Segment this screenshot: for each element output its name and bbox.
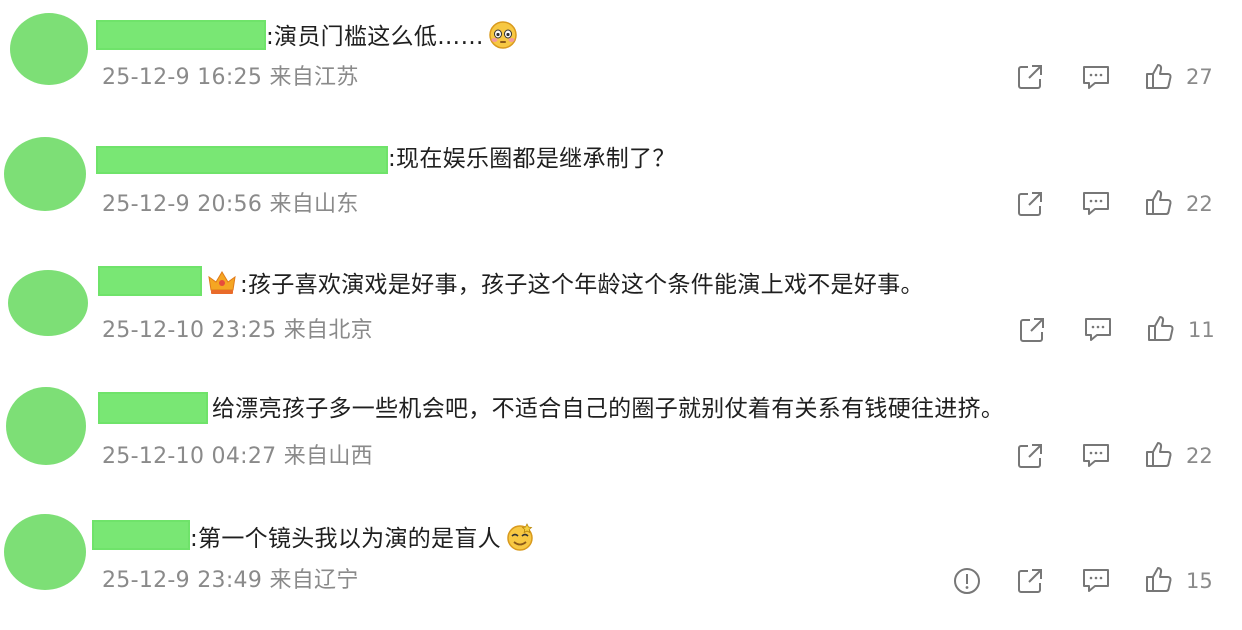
crown-badge-icon bbox=[208, 270, 236, 304]
share-icon[interactable] bbox=[1015, 189, 1045, 219]
comment-meta: 25-12-9 23:49 来自辽宁 bbox=[102, 568, 359, 593]
comment-item: :第一个镜头我以为演的是盲人 25-12-9 23:49 来自辽宁 15 bbox=[0, 504, 1242, 630]
share-icon[interactable] bbox=[1015, 441, 1045, 471]
comment-text: :第一个镜头我以为演的是盲人 bbox=[190, 522, 535, 560]
like-count: 27 bbox=[1186, 65, 1213, 89]
comment-meta: 25-12-10 04:27 来自山西 bbox=[102, 444, 373, 469]
like-icon[interactable] bbox=[1144, 187, 1174, 217]
like-icon[interactable] bbox=[1146, 313, 1176, 343]
comment-meta: 25-12-9 16:25 来自江苏 bbox=[102, 65, 359, 90]
like-count: 11 bbox=[1188, 318, 1215, 342]
share-icon[interactable] bbox=[1015, 566, 1045, 596]
avatar[interactable] bbox=[8, 270, 88, 336]
flushed-face-emoji bbox=[488, 20, 518, 58]
report-icon[interactable] bbox=[952, 566, 982, 596]
comment-text-body: 给漂亮孩子多一些机会吧，不适合自己的圈子就别仗着有关系有钱硬往进挤。 bbox=[212, 396, 1005, 422]
comment-text-body: :第一个镜头我以为演的是盲人 bbox=[190, 526, 501, 552]
username-redacted[interactable] bbox=[96, 146, 388, 174]
share-icon[interactable] bbox=[1015, 62, 1045, 92]
avatar[interactable] bbox=[10, 13, 88, 85]
comment-text: :演员门槛这么低…… bbox=[266, 20, 518, 58]
comment-text-body: :演员门槛这么低…… bbox=[266, 24, 484, 50]
comment-icon[interactable] bbox=[1081, 440, 1111, 470]
like-count: 22 bbox=[1186, 192, 1213, 216]
comment-icon[interactable] bbox=[1081, 62, 1111, 92]
dizzy-face-emoji bbox=[505, 522, 535, 560]
comment-text: :现在娱乐圈都是继承制了？ bbox=[388, 144, 676, 174]
avatar[interactable] bbox=[6, 387, 86, 465]
comment-text: 给漂亮孩子多一些机会吧，不适合自己的圈子就别仗着有关系有钱硬往进挤。 bbox=[212, 394, 1004, 424]
comment-icon[interactable] bbox=[1081, 565, 1111, 595]
comment-text-body: :孩子喜欢演戏是好事，孩子这个年龄这个条件能演上戏不是好事。 bbox=[240, 272, 924, 298]
share-icon[interactable] bbox=[1017, 315, 1047, 345]
comment-item: 给漂亮孩子多一些机会吧，不适合自己的圈子就别仗着有关系有钱硬往进挤。 25-12… bbox=[0, 378, 1242, 504]
comment-item: :现在娱乐圈都是继承制了？ 25-12-9 20:56 来自山东 22 bbox=[0, 126, 1242, 252]
avatar[interactable] bbox=[4, 514, 86, 590]
like-count: 22 bbox=[1186, 444, 1213, 468]
username-redacted[interactable] bbox=[98, 392, 208, 424]
comment-text-body: :现在娱乐圈都是继承制了？ bbox=[388, 146, 676, 172]
comment-meta: 25-12-10 23:25 来自北京 bbox=[102, 318, 373, 343]
username-redacted[interactable] bbox=[96, 20, 266, 50]
username-redacted[interactable] bbox=[92, 520, 190, 550]
like-icon[interactable] bbox=[1144, 61, 1174, 91]
comment-text: :孩子喜欢演戏是好事，孩子这个年龄这个条件能演上戏不是好事。 bbox=[208, 270, 924, 304]
avatar[interactable] bbox=[4, 137, 86, 211]
comment-icon[interactable] bbox=[1083, 314, 1113, 344]
like-icon[interactable] bbox=[1144, 439, 1174, 469]
like-count: 15 bbox=[1186, 569, 1213, 593]
like-icon[interactable] bbox=[1144, 564, 1174, 594]
username-redacted[interactable] bbox=[98, 266, 202, 296]
comment-icon[interactable] bbox=[1081, 188, 1111, 218]
comment-item: :演员门槛这么低…… 25-12-9 16:25 来自江苏 27 bbox=[0, 0, 1242, 126]
comment-meta: 25-12-9 20:56 来自山东 bbox=[102, 192, 359, 217]
comment-item: :孩子喜欢演戏是好事，孩子这个年龄这个条件能演上戏不是好事。 25-12-10 … bbox=[0, 252, 1242, 378]
